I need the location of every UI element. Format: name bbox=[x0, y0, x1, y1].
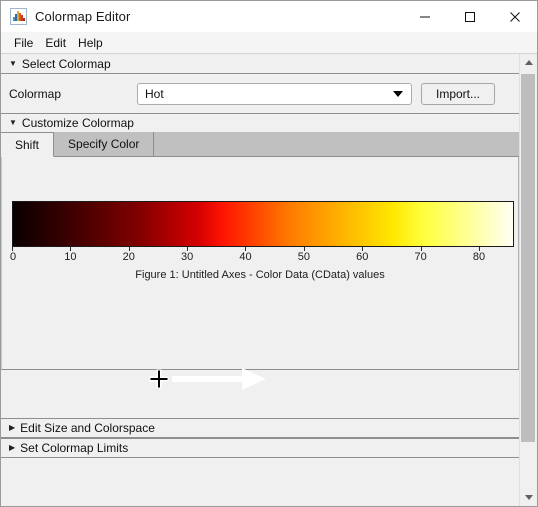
matlab-figure-icon bbox=[10, 8, 27, 25]
figure-caption: Figure 1: Untitled Axes - Color Data (CD… bbox=[135, 269, 385, 281]
menu-help[interactable]: Help bbox=[72, 34, 109, 52]
tabstrip-filler bbox=[154, 132, 519, 156]
scrollbar-track[interactable] bbox=[520, 71, 537, 489]
section-header-select-colormap[interactable]: ▼ Select Colormap bbox=[1, 54, 519, 74]
window-title: Colormap Editor bbox=[35, 9, 131, 24]
section-label-customize-colormap: Customize Colormap bbox=[21, 116, 134, 130]
menu-edit[interactable]: Edit bbox=[39, 34, 72, 52]
minimize-icon bbox=[419, 16, 430, 17]
chevron-right-icon: ▶ bbox=[9, 423, 16, 432]
body-area: ▼ Select Colormap Colormap Hot Import...… bbox=[1, 54, 537, 506]
window-controls bbox=[402, 1, 537, 32]
colormap-label: Colormap bbox=[9, 86, 62, 101]
titlebar: Colormap Editor bbox=[1, 1, 537, 32]
tabstrip: Shift Specify Color bbox=[1, 132, 519, 157]
colormap-select-row: Colormap Hot Import... bbox=[1, 74, 519, 113]
vertical-scrollbar[interactable] bbox=[519, 54, 537, 506]
minimize-button[interactable] bbox=[402, 1, 447, 32]
colormap-editor-window: Colormap Editor File Edit Help ▼ Select … bbox=[0, 0, 538, 507]
chevron-right-icon: ▶ bbox=[9, 443, 16, 452]
colormap-gradient bbox=[13, 202, 513, 246]
axis-tick-label: 10 bbox=[64, 251, 77, 263]
cdata-axis: 0 10 20 30 40 50 60 70 80 bbox=[10, 247, 514, 267]
chevron-down-icon: ▼ bbox=[9, 118, 17, 127]
chevron-down-icon bbox=[393, 90, 403, 97]
colormap-strip[interactable] bbox=[12, 201, 514, 247]
tab-shift[interactable]: Shift bbox=[1, 133, 55, 157]
close-button[interactable] bbox=[492, 1, 537, 32]
section-label-set-colormap-limits: Set Colormap Limits bbox=[20, 441, 129, 455]
axis-tick-label: 30 bbox=[180, 251, 194, 263]
colormap-dropdown[interactable]: Hot bbox=[137, 82, 412, 105]
axis-tick-label: 20 bbox=[122, 251, 135, 263]
import-button[interactable]: Import... bbox=[421, 82, 496, 105]
panel-spacer bbox=[1, 370, 519, 418]
axis-tick-label: 0 bbox=[10, 251, 17, 263]
chevron-down-icon: ▼ bbox=[9, 58, 17, 68]
shift-tab-panel: 0 10 20 30 40 50 60 70 80 Figure 1: Untitled Axe… bbox=[1, 157, 519, 390]
maximize-icon bbox=[464, 11, 475, 22]
section-label-select-colormap: Select Colormap bbox=[21, 56, 111, 71]
axis-tick-label: 70 bbox=[414, 251, 427, 263]
tab-specify-color[interactable]: Specify Color bbox=[54, 132, 155, 156]
scroll-down-arrow-icon bbox=[524, 495, 533, 500]
menubar: File Edit Help bbox=[1, 32, 537, 54]
section-header-set-colormap-limits[interactable]: ▶ Set Colormap Limits bbox=[1, 438, 519, 458]
maximize-button[interactable] bbox=[447, 1, 492, 32]
axis-tick-label: 40 bbox=[239, 251, 252, 263]
axis-tick-label: 50 bbox=[297, 251, 310, 263]
scroll-content: ▼ Select Colormap Colormap Hot Import...… bbox=[1, 54, 519, 506]
bottom-spacer bbox=[1, 458, 519, 506]
scroll-down-button[interactable] bbox=[520, 489, 537, 506]
axis-tick-label: 60 bbox=[356, 251, 369, 263]
scrollbar-thumb[interactable] bbox=[521, 74, 535, 442]
scroll-up-button[interactable] bbox=[520, 54, 537, 71]
close-icon bbox=[509, 11, 520, 22]
scroll-up-arrow-icon bbox=[524, 60, 533, 65]
axis-tick-label: 80 bbox=[472, 251, 486, 263]
colormap-dropdown-value: Hot bbox=[145, 86, 164, 101]
menu-file[interactable]: File bbox=[8, 34, 39, 52]
section-label-edit-size-colorspace: Edit Size and Colorspace bbox=[20, 421, 155, 435]
section-header-customize-colormap[interactable]: ▼ Customize Colormap bbox=[1, 113, 519, 133]
section-header-edit-size-colorspace[interactable]: ▶ Edit Size and Colorspace bbox=[1, 418, 519, 438]
